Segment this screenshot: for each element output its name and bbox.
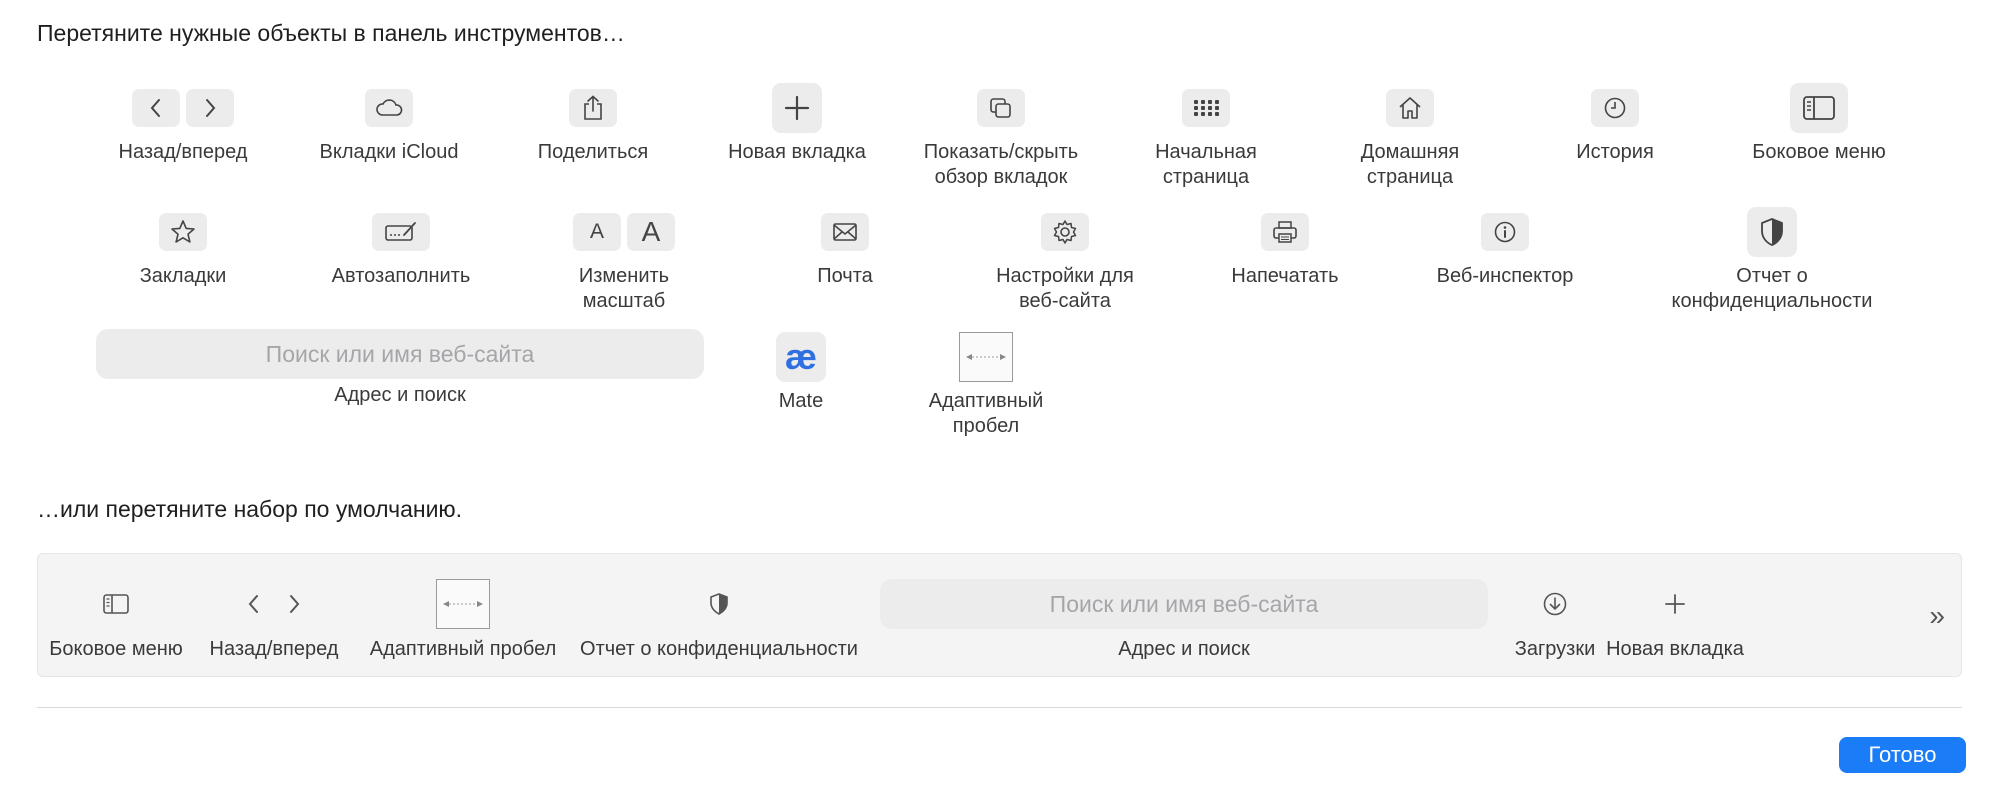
palette-item-sidebar[interactable]: Боковое меню	[1709, 82, 1929, 165]
plus-icon	[1665, 594, 1685, 614]
default-item-label: Боковое меню	[49, 638, 183, 660]
forward-icon	[290, 595, 300, 613]
palette-item-label: Напечатать	[1231, 265, 1339, 287]
house-icon	[1386, 89, 1434, 127]
default-item-privacy-report: Отчет о конфиденциальности	[574, 554, 864, 660]
default-item-label: Адаптивный пробел	[369, 638, 557, 660]
palette-item-label: Закладки	[139, 265, 227, 287]
palette-item-bookmarks[interactable]: Закладки	[73, 206, 293, 289]
grid-icon	[1182, 89, 1230, 127]
palette-item-icloud-tabs[interactable]: Вкладки iCloud	[279, 82, 499, 165]
shield-icon	[710, 593, 728, 615]
palette-item-new-tab[interactable]: Новая вкладка	[687, 82, 907, 165]
default-address-label: Адрес и поиск	[1118, 638, 1250, 660]
sidebar-icon	[1790, 83, 1848, 133]
shield-icon	[1747, 207, 1797, 257]
tab-overview-icon	[977, 89, 1025, 127]
forward-icon	[186, 89, 234, 127]
default-set-heading: …или перетяните набор по умолчанию.	[37, 496, 463, 522]
palette-item-label: Боковое меню	[1752, 141, 1886, 163]
flexible-space-icon	[959, 332, 1013, 382]
palette-item-label: Почта	[817, 265, 873, 287]
palette-item-tab-overview[interactable]: Показать/скрыть обзор вкладок	[891, 82, 1111, 190]
palette-item-mail[interactable]: Почта	[735, 206, 955, 289]
default-item-label: Новая вкладка	[1606, 638, 1744, 660]
zoom-in-icon: A	[627, 213, 675, 251]
printer-icon	[1261, 213, 1309, 251]
palette-item-label: Настройки для веб-сайта	[996, 265, 1134, 312]
palette-address-field[interactable]: Поиск или имя веб-сайта	[96, 329, 704, 379]
mate-icon: æ	[776, 332, 826, 382]
palette-item-autofill[interactable]: Автозаполнить	[291, 206, 511, 289]
zoom-out-icon: A	[573, 213, 621, 251]
palette-item-label: Изменить масштаб	[578, 265, 670, 312]
palette-item-print[interactable]: Напечатать	[1175, 206, 1395, 289]
default-item-label: Загрузки	[1514, 638, 1596, 660]
palette-item-privacy-report[interactable]: Отчет о конфиденциальности	[1662, 206, 1882, 314]
cloud-icon	[365, 89, 413, 127]
overflow-chevron-icon: »	[1929, 600, 1944, 631]
default-item-downloads: Загрузки	[1500, 554, 1610, 660]
palette-item-start-page[interactable]: Начальная страница	[1096, 82, 1316, 190]
palette-item-label: Поделиться	[537, 141, 649, 163]
gear-icon	[1041, 213, 1089, 251]
palette-item-history[interactable]: История	[1505, 82, 1725, 165]
flexible-space-icon	[436, 579, 490, 629]
envelope-icon	[821, 213, 869, 251]
palette-item-label: Домашняя страница	[1360, 141, 1460, 188]
palette-item-flexible-space[interactable]: Адаптивный пробел	[876, 331, 1096, 439]
palette-item-label: Веб-инспектор	[1436, 265, 1574, 287]
palette-item-web-inspector[interactable]: Веб-инспектор	[1395, 206, 1615, 289]
default-toolbar-set[interactable]: Боковое меню Назад/вперед Адаптивный про…	[37, 553, 1962, 677]
autofill-icon	[372, 213, 430, 251]
palette-item-label: Показать/скрыть обзор вкладок	[923, 141, 1079, 188]
back-icon	[248, 595, 258, 613]
palette-item-label: История	[1576, 141, 1654, 163]
sidebar-icon	[103, 594, 129, 614]
palette-item-home-page[interactable]: Домашняя страница	[1300, 82, 1520, 190]
palette-item-label: Вкладки iCloud	[319, 141, 459, 163]
palette-item-label: Назад/вперед	[118, 141, 248, 163]
palette-item-website-settings[interactable]: Настройки для веб-сайта	[955, 206, 1175, 314]
clock-icon	[1591, 89, 1639, 127]
back-icon	[132, 89, 180, 127]
default-item-back-forward: Назад/вперед	[204, 554, 344, 660]
palette-item-label: Отчет о конфиденциальности	[1671, 265, 1873, 312]
palette-item-back-forward[interactable]: Назад/вперед	[73, 82, 293, 165]
download-icon	[1543, 592, 1567, 616]
plus-icon	[772, 83, 822, 133]
palette-address-label: Адрес и поиск	[334, 384, 466, 406]
palette-item-label: Начальная страница	[1155, 141, 1257, 188]
default-item-sidebar: Боковое меню	[46, 554, 186, 660]
palette-item-label: Адаптивный пробел	[928, 390, 1044, 437]
default-address-field: Поиск или имя веб-сайта	[880, 579, 1488, 629]
default-item-new-tab: Новая вкладка	[1595, 554, 1755, 660]
palette-item-zoom[interactable]: A A Изменить масштаб	[514, 206, 734, 314]
palette-item-share[interactable]: Поделиться	[483, 82, 703, 165]
star-icon	[159, 213, 207, 251]
palette-item-label: Автозаполнить	[331, 265, 471, 287]
share-icon	[569, 89, 617, 127]
default-item-flexible-space: Адаптивный пробел	[363, 554, 563, 660]
divider	[37, 707, 1962, 708]
palette-heading: Перетяните нужные объекты в панель инстр…	[37, 20, 625, 46]
default-item-label: Назад/вперед	[209, 638, 339, 660]
default-item-label: Отчет о конфиденциальности	[580, 638, 858, 660]
info-icon	[1481, 213, 1529, 251]
done-button[interactable]: Готово	[1839, 737, 1966, 773]
palette-item-label: Новая вкладка	[728, 141, 866, 163]
